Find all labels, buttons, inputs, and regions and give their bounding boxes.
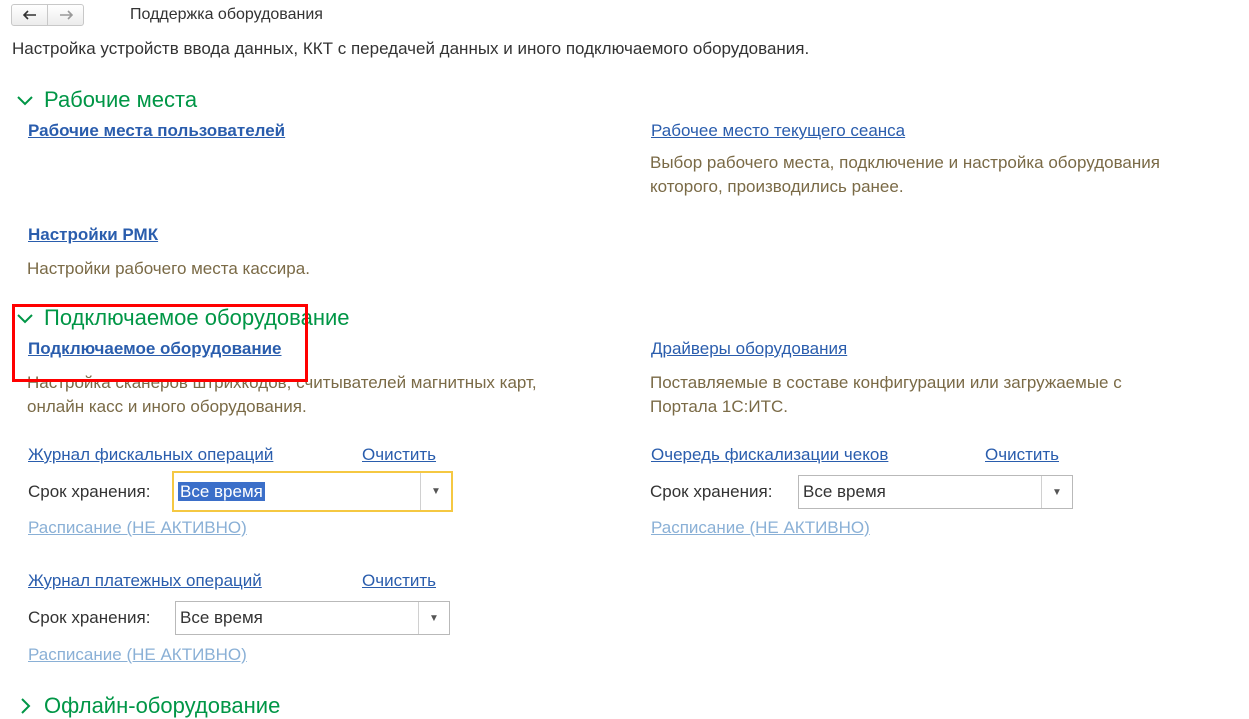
- arrow-right-icon: [59, 10, 73, 20]
- fiscal-log-retention-value: Все время: [178, 481, 265, 501]
- receipt-queue-schedule-link[interactable]: Расписание (НЕ АКТИВНО): [651, 518, 870, 538]
- rmk-description: Настройки рабочего места кассира.: [27, 259, 310, 278]
- chevron-right-icon: [21, 698, 31, 714]
- history-nav: [11, 4, 84, 26]
- payment-log-clear-link[interactable]: Очистить: [362, 571, 436, 591]
- fiscal-log-retention-label: Срок хранения:: [28, 482, 151, 501]
- user-workplaces-link[interactable]: Рабочие места пользователей: [28, 121, 285, 141]
- receipt-queue-retention-label: Срок хранения:: [650, 482, 773, 501]
- drivers-description-line2: Портала 1С:ИТС.: [650, 397, 788, 416]
- section-header-offline-equipment[interactable]: Офлайн-оборудование: [14, 693, 280, 719]
- payment-operations-log-link[interactable]: Журнал платежных операций: [28, 571, 262, 591]
- page-title: Поддержка оборудования: [130, 6, 323, 23]
- receipt-queue-retention-value: Все время: [803, 482, 886, 501]
- fiscal-log-retention-select[interactable]: Все время ▼: [172, 471, 453, 512]
- section-title: Рабочие места: [44, 87, 198, 112]
- current-session-description-line2: которого, производились ранее.: [650, 177, 904, 196]
- back-button[interactable]: [12, 5, 48, 25]
- fiscal-log-schedule-link[interactable]: Расписание (НЕ АКТИВНО): [28, 518, 247, 538]
- equipment-drivers-link[interactable]: Драйверы оборудования: [651, 339, 847, 359]
- chevron-down-icon: [17, 96, 33, 106]
- dropdown-arrow-icon[interactable]: ▼: [418, 602, 449, 634]
- receipt-queue-retention-select[interactable]: Все время ▼: [798, 475, 1073, 509]
- highlight-annotation-box: [12, 304, 308, 382]
- current-session-workplace-link[interactable]: Рабочее место текущего сеанса: [651, 121, 905, 141]
- section-title: Офлайн-оборудование: [44, 693, 281, 718]
- payment-log-schedule-link[interactable]: Расписание (НЕ АКТИВНО): [28, 645, 247, 665]
- fiscal-operations-log-link[interactable]: Журнал фискальных операций: [28, 445, 273, 465]
- receipt-fiscalization-queue-link[interactable]: Очередь фискализации чеков: [651, 445, 888, 465]
- rmk-settings-link[interactable]: Настройки РМК: [28, 225, 158, 245]
- section-header-workplaces[interactable]: Рабочие места: [14, 87, 197, 113]
- dropdown-arrow-icon[interactable]: ▼: [1041, 476, 1072, 508]
- arrow-left-icon: [22, 10, 36, 20]
- payment-log-retention-select[interactable]: Все время ▼: [175, 601, 450, 635]
- fiscal-log-clear-link[interactable]: Очистить: [362, 445, 436, 465]
- drivers-description-line1: Поставляемые в составе конфигурации или …: [650, 373, 1122, 392]
- receipt-queue-clear-link[interactable]: Очистить: [985, 445, 1059, 465]
- forward-button[interactable]: [48, 5, 83, 25]
- connected-equipment-description-line2: онлайн касс и иного оборудования.: [27, 397, 307, 416]
- dropdown-arrow-icon[interactable]: ▼: [420, 473, 451, 510]
- payment-log-retention-value: Все время: [180, 608, 263, 627]
- payment-log-retention-label: Срок хранения:: [28, 608, 151, 627]
- current-session-description-line1: Выбор рабочего места, подключение и наст…: [650, 153, 1160, 172]
- page-subtitle: Настройка устройств ввода данных, ККТ с …: [12, 39, 810, 58]
